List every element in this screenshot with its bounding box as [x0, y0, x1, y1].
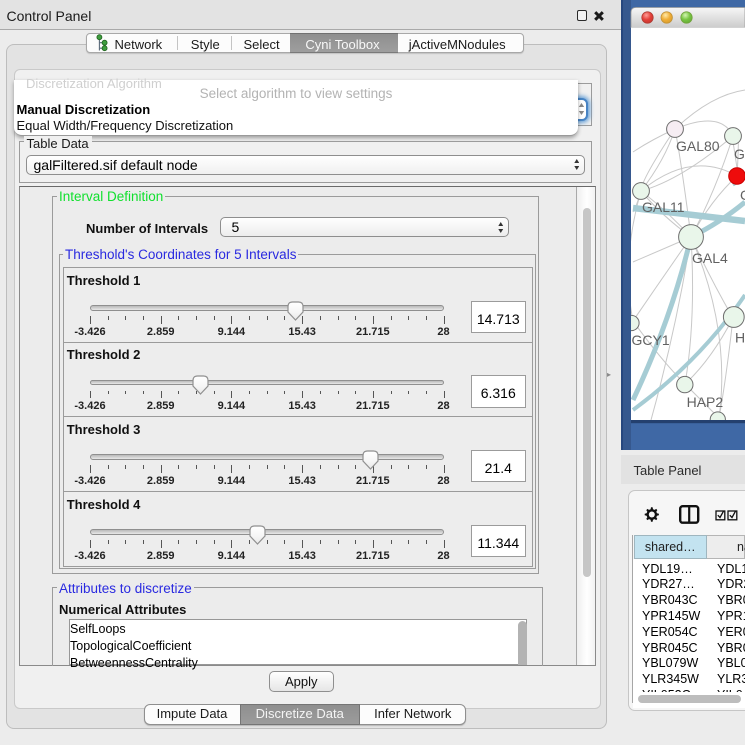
svg-text:GAL4: GAL4	[692, 250, 728, 266]
svg-text:HAP2: HAP2	[687, 394, 724, 410]
svg-text:GA: GA	[734, 146, 745, 162]
svg-text:GCY1: GCY1	[632, 332, 670, 348]
svg-text:GAL11: GAL11	[642, 199, 685, 215]
svg-text:GAL80: GAL80	[676, 138, 720, 154]
svg-text:C: C	[740, 187, 745, 203]
svg-text:H: H	[735, 330, 745, 346]
